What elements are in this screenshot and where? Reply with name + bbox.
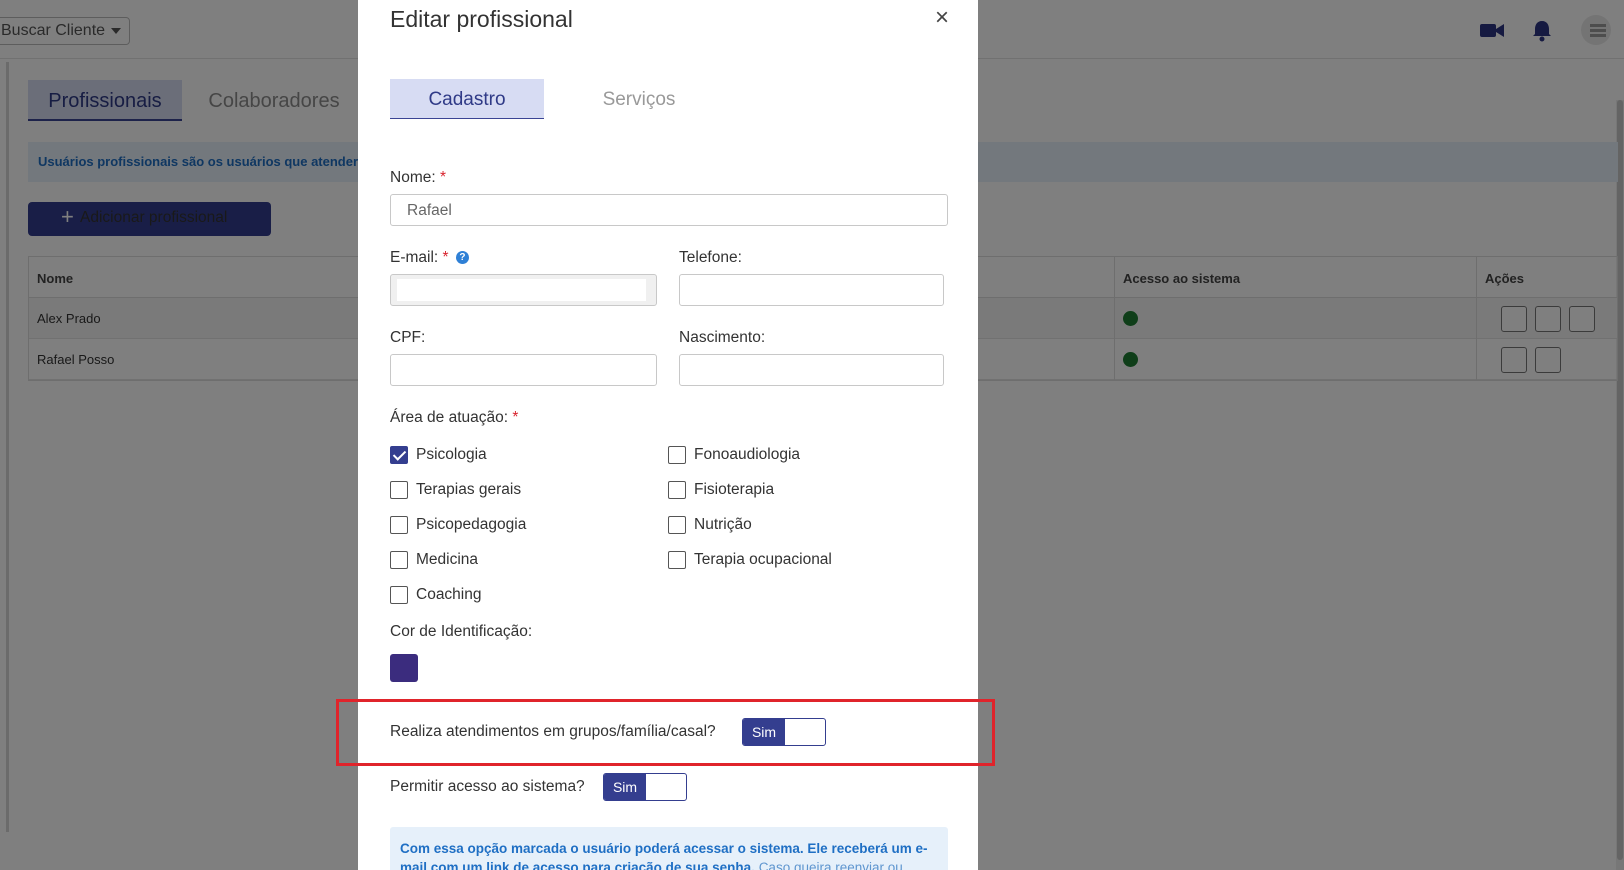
- access-toggle-on: Sim: [604, 774, 646, 800]
- checkbox-nutricao[interactable]: Nutrição: [668, 515, 752, 535]
- checkbox-label: Nutrição: [694, 516, 752, 533]
- checkbox-box[interactable]: [668, 446, 686, 464]
- email-field-inner: [397, 279, 646, 301]
- cpf-field[interactable]: [390, 354, 657, 386]
- area-label-text: Área de atuação:: [390, 409, 509, 426]
- highlight-annotation: [336, 699, 995, 766]
- email-label: E-mail: * ?: [390, 249, 469, 267]
- checkbox-label: Psicopedagogia: [416, 516, 527, 533]
- checkbox-box[interactable]: [390, 481, 408, 499]
- color-label: Cor de Identificação:: [390, 623, 533, 640]
- checkbox-label: Terapia ocupacional: [694, 551, 832, 568]
- checkbox-label: Terapias gerais: [416, 481, 522, 498]
- checkbox-box[interactable]: [390, 551, 408, 569]
- close-icon[interactable]: ×: [930, 6, 954, 30]
- checkbox-fisioterapia[interactable]: Fisioterapia: [668, 480, 774, 500]
- checkbox-label: Psicologia: [416, 446, 487, 463]
- help-icon[interactable]: ?: [455, 251, 469, 265]
- telefone-field[interactable]: [679, 274, 944, 306]
- checkbox-box[interactable]: [668, 551, 686, 569]
- tab-servicos[interactable]: Serviços: [562, 79, 716, 119]
- access-question-label: Permitir acesso ao sistema?: [390, 778, 585, 795]
- checkbox-box[interactable]: [668, 481, 686, 499]
- nome-label-text: Nome:: [390, 169, 436, 186]
- telefone-label: Telefone:: [679, 249, 742, 266]
- checkbox-box[interactable]: [390, 586, 408, 604]
- access-toggle[interactable]: Sim: [603, 773, 687, 801]
- checkbox-terapias-gerais[interactable]: Terapias gerais: [390, 480, 521, 500]
- checkbox-psicopedagogia[interactable]: Psicopedagogia: [390, 515, 526, 535]
- checkbox-label: Fisioterapia: [694, 481, 775, 498]
- area-label: Área de atuação: *: [390, 409, 518, 427]
- checkbox-psicologia[interactable]: Psicologia: [390, 445, 487, 465]
- checkbox-box[interactable]: [390, 516, 408, 534]
- nascimento-field[interactable]: [679, 354, 944, 386]
- checkbox-medicina[interactable]: Medicina: [390, 550, 478, 570]
- color-swatch[interactable]: [390, 654, 418, 682]
- cpf-label: CPF:: [390, 329, 426, 346]
- modal-title: Editar profissional: [390, 6, 573, 32]
- required-mark: *: [512, 409, 519, 426]
- nome-input[interactable]: Rafael: [390, 194, 948, 226]
- checkbox-terapia-ocupacional[interactable]: Terapia ocupacional: [668, 550, 832, 570]
- info-light-text[interactable]: Caso queira reenviar ou: [759, 860, 903, 870]
- tab-cadastro[interactable]: Cadastro: [390, 79, 544, 119]
- checkbox-coaching[interactable]: Coaching: [390, 585, 482, 605]
- email-label-text: E-mail:: [390, 249, 439, 266]
- checkbox-label: Fonoaudiologia: [694, 446, 801, 463]
- nascimento-label: Nascimento:: [679, 329, 766, 346]
- required-mark: *: [439, 169, 447, 186]
- access-info-box: Com essa opção marcada o usuário poderá …: [390, 827, 948, 870]
- checkbox-box[interactable]: [390, 446, 408, 464]
- nome-label: Nome: *: [390, 169, 446, 187]
- checkbox-box[interactable]: [668, 516, 686, 534]
- checkbox-label: Medicina: [416, 551, 479, 568]
- email-field[interactable]: [390, 274, 657, 306]
- checkbox-fonoaudiologia[interactable]: Fonoaudiologia: [668, 445, 800, 465]
- checkbox-label: Coaching: [416, 586, 482, 603]
- required-mark: *: [442, 249, 449, 266]
